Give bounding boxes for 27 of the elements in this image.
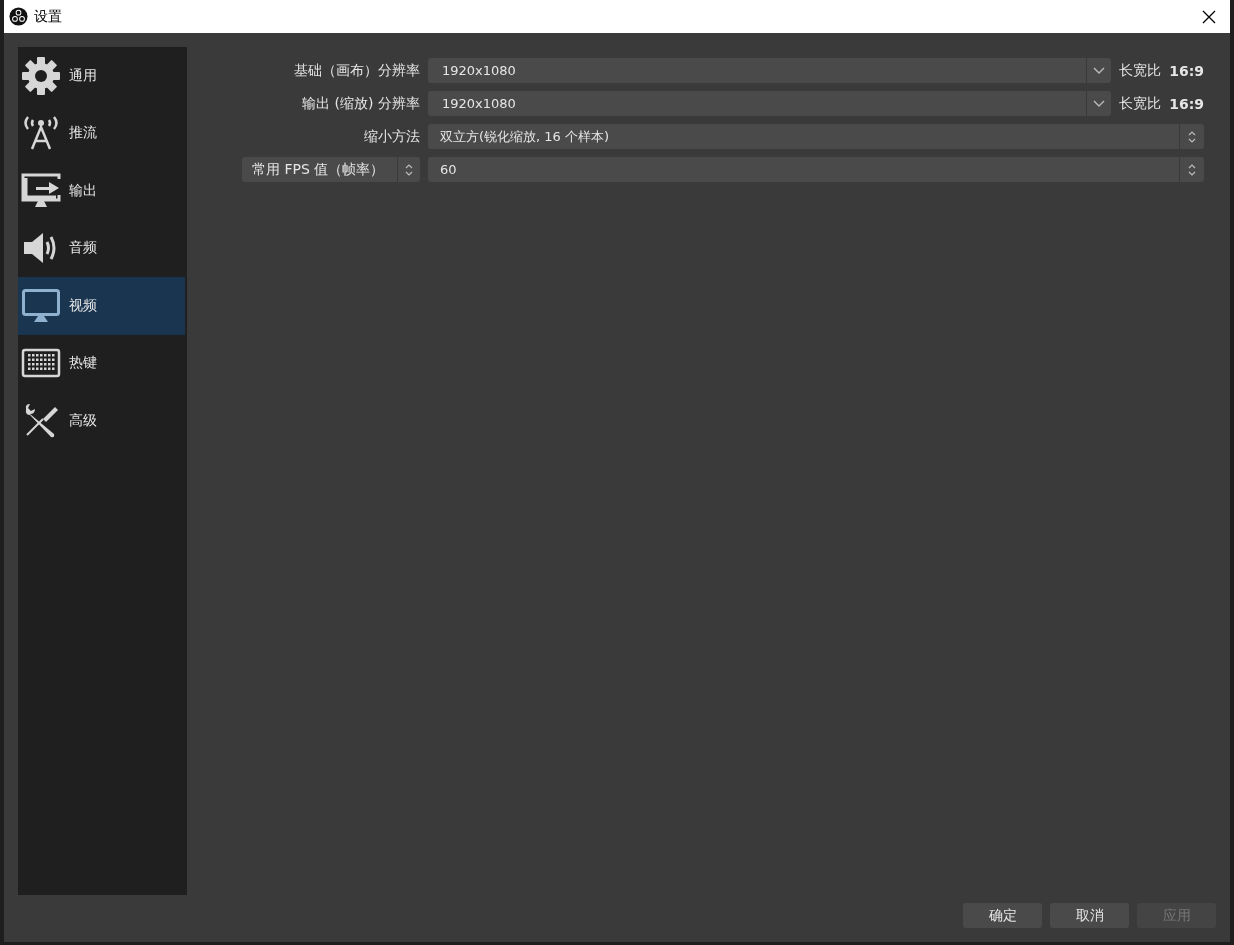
- aspect-label: 长宽比: [1119, 94, 1162, 113]
- resolution-combo[interactable]: 1920x1080: [428, 91, 1112, 116]
- chevron-down-icon: [1093, 99, 1106, 108]
- fps-type-select[interactable]: 常用 FPS 值（帧率）: [242, 157, 420, 182]
- resolution-combo[interactable]: 1920x1080: [428, 58, 1112, 83]
- dropdown-select[interactable]: 双立方(锐化缩放, 16 个样本): [428, 124, 1204, 149]
- sidebar-item[interactable]: 高级: [18, 392, 185, 450]
- field-label: 缩小方法: [364, 127, 420, 146]
- sidebar-item[interactable]: 通用: [18, 47, 185, 105]
- dialog-button[interactable]: 确定: [963, 903, 1042, 928]
- aspect-value: 16:9: [1169, 62, 1204, 79]
- chevron-down-icon: [1093, 66, 1106, 75]
- sidebar-item[interactable]: 热键: [18, 334, 185, 392]
- field-label: 基础（画布）分辨率: [294, 61, 420, 80]
- close-icon[interactable]: [1202, 9, 1216, 24]
- sidebar-item[interactable]: 音频: [18, 219, 185, 277]
- dropdown-select[interactable]: 60: [428, 157, 1204, 182]
- aspect-label: 长宽比: [1119, 61, 1162, 80]
- window-title: 设置: [34, 7, 62, 26]
- field-label: 输出 (缩放) 分辨率: [302, 94, 420, 113]
- sidebar-item[interactable]: 视频: [18, 277, 185, 335]
- sidebar-item[interactable]: 推流: [18, 104, 185, 162]
- gear-icon: [21, 55, 61, 96]
- dialog-button[interactable]: 取消: [1050, 903, 1129, 928]
- app-logo-icon: [9, 7, 28, 26]
- aspect-value: 16:9: [1169, 95, 1204, 112]
- sidebar-item[interactable]: 输出: [18, 162, 185, 220]
